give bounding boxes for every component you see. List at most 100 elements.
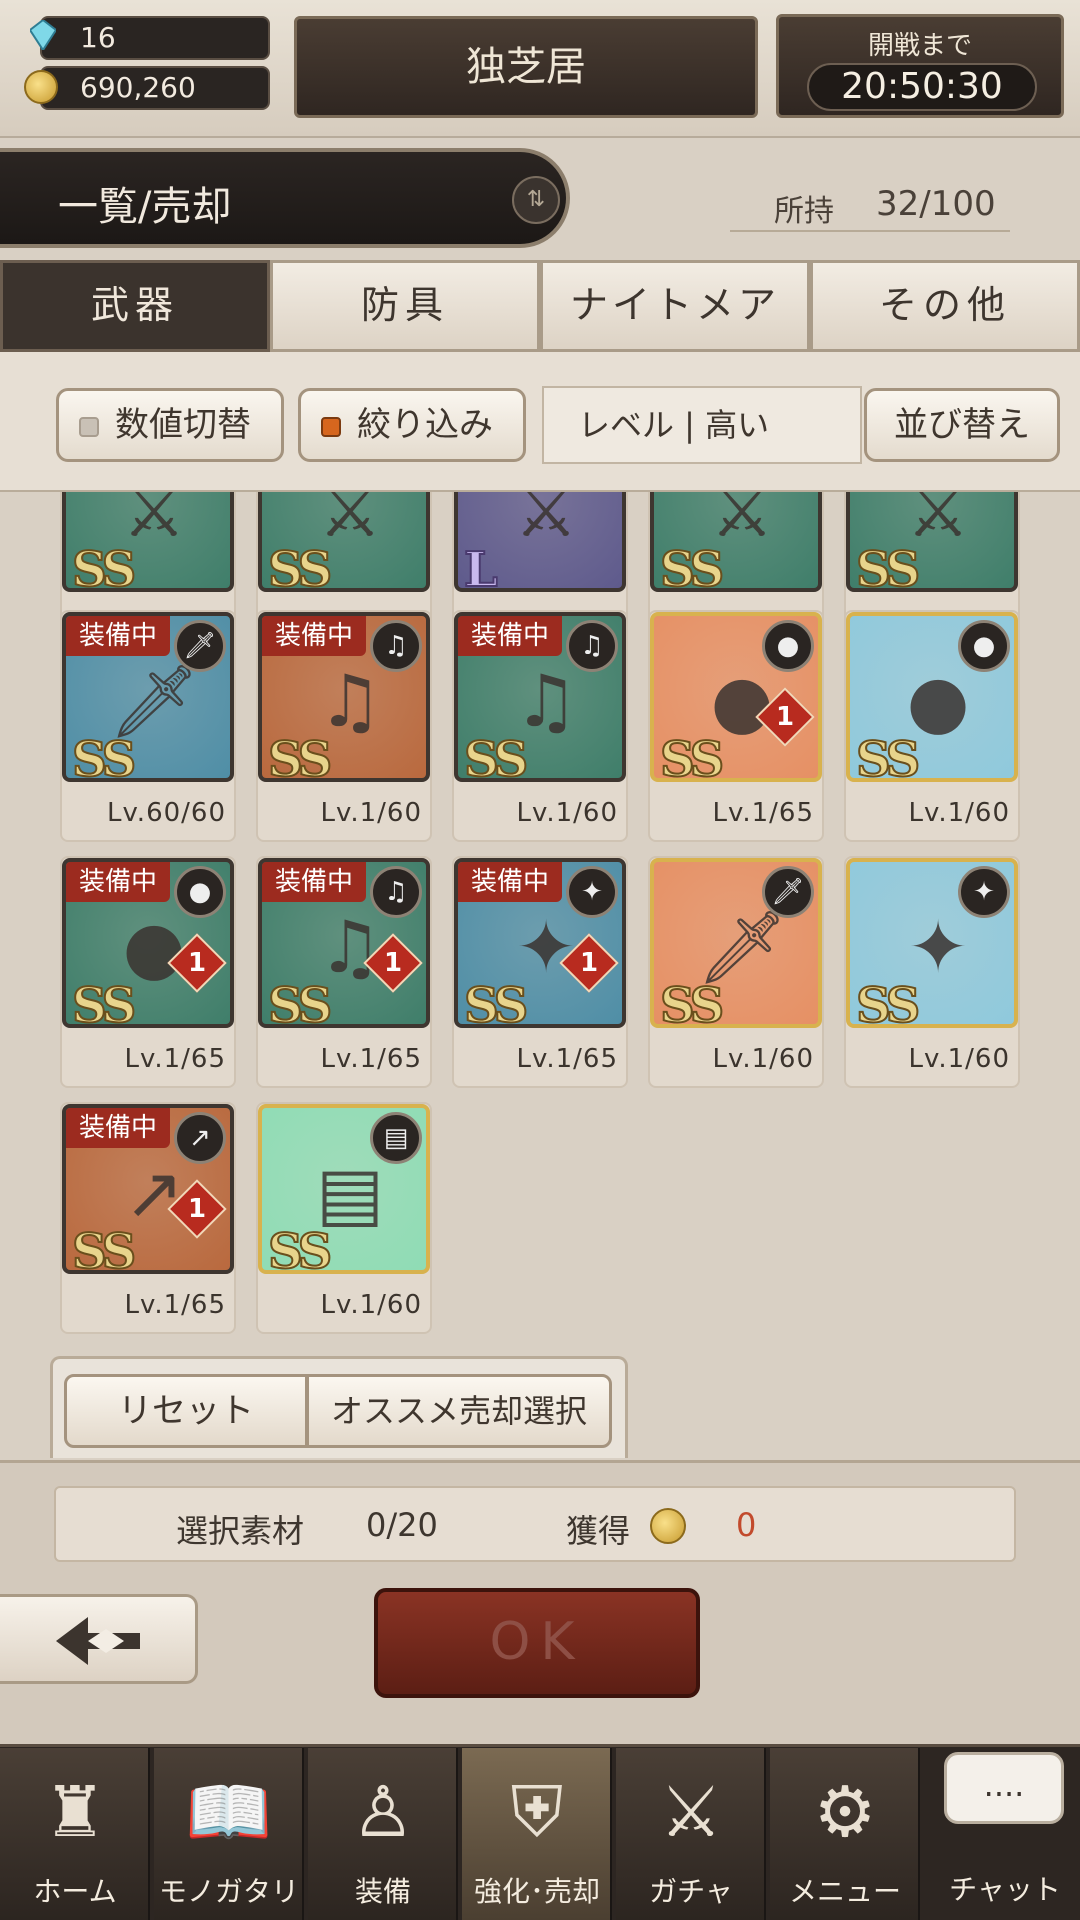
item-level: Lv.60/60	[106, 798, 226, 828]
harp-icon: ♫	[370, 620, 422, 672]
item-thumbnail: ● SS 装備中 ● 1	[62, 858, 234, 1028]
item-card[interactable]: ✦ SS ✦ Lv.1/60	[844, 856, 1020, 1088]
nav-item[interactable]: ⚙ メニュー	[770, 1748, 920, 1920]
tab-other[interactable]: その他	[810, 260, 1080, 352]
item-level: Lv.1/65	[124, 1044, 226, 1074]
equipped-badge: 装備中	[458, 862, 562, 902]
divider	[730, 230, 1010, 232]
item-card[interactable]: ↗ SS 装備中 ↗ 1 Lv.1/65	[60, 1102, 236, 1334]
chat-icon[interactable]: ....	[944, 1752, 1064, 1824]
back-button[interactable]	[0, 1594, 198, 1684]
toggle-values-button[interactable]: 数値切替	[56, 388, 284, 462]
ok-button[interactable]: OK	[374, 1588, 700, 1698]
item-card[interactable]: ● SS ● 1 Lv.1/65	[648, 610, 824, 842]
recommend-sell-button[interactable]: オススメ売却選択	[306, 1374, 612, 1448]
rank-label: SS	[267, 977, 333, 1028]
nav-label: ガチャ	[649, 1875, 733, 1908]
nav-item[interactable]: 📖 モノガタリ	[154, 1748, 304, 1920]
spear-icon: ↗	[174, 1112, 226, 1164]
reset-button[interactable]: リセット	[64, 1374, 308, 1448]
list-header[interactable]: 一覧/売却 ⇅	[0, 148, 570, 248]
item-card[interactable]: ✦ SS 装備中 ✦ 1 Lv.1/65	[452, 856, 628, 1088]
item-card[interactable]: ● SS ● Lv.1/60	[844, 610, 1020, 842]
narrow-filter-button[interactable]: 絞り込み	[298, 388, 526, 462]
selected-label: 選択素材	[176, 1512, 305, 1550]
book-icon: ▤	[370, 1112, 422, 1164]
item-level: Lv.1/65	[124, 1290, 226, 1320]
item-art-icon: ⚔	[513, 492, 579, 553]
timer-value: 20:50:30	[807, 63, 1037, 111]
sort-value: レベル | 高い	[542, 386, 862, 464]
rank-label: SS	[855, 731, 921, 782]
gem-count: 16	[40, 16, 270, 60]
book-icon: 📖	[185, 1771, 273, 1853]
coin-icon	[24, 70, 58, 104]
nav-item[interactable]: ⛨ 強化･売却	[462, 1748, 612, 1920]
checkbox-icon	[321, 416, 341, 437]
sort-toggle-icon[interactable]: ⇅	[512, 176, 560, 224]
sort-button[interactable]: 並び替え	[864, 388, 1060, 462]
rank-label: SS	[71, 731, 137, 782]
item-card[interactable]: 🗡 SS 🗡 Lv.1/60	[648, 856, 824, 1088]
page-title: 独芝居	[294, 16, 758, 118]
gain-label: 獲得	[566, 1512, 631, 1550]
item-thumbnail: ⚔ SS	[62, 492, 234, 592]
nav-label: モノガタリ	[158, 1875, 299, 1908]
tab-weapons[interactable]: 武器	[0, 260, 270, 352]
nav-item[interactable]: ⚔ ガチャ	[616, 1748, 766, 1920]
rank-label: L	[463, 541, 499, 592]
rank-label: SS	[463, 977, 529, 1028]
nav-label: ホーム	[33, 1875, 117, 1908]
limit-break-count: 1	[579, 948, 599, 978]
timer-label: 開戦まで	[867, 31, 972, 61]
owned-count: 32/100	[876, 184, 996, 224]
nav-item[interactable]: ♙ 装備	[308, 1748, 458, 1920]
staff-icon: ✦	[566, 866, 618, 918]
equipped-badge: 装備中	[66, 616, 170, 656]
item-card[interactable]: ♫ SS 装備中 ♫ Lv.1/60	[256, 610, 432, 842]
swords-icon: ⚔	[659, 1771, 723, 1853]
nav-label: メニュー	[788, 1875, 901, 1908]
item-grid[interactable]: ⚔SSLv.65/65⚔SSLv.64/65⚔LLv.61/80⚔SSLv.60…	[0, 492, 1080, 1458]
item-level: Lv.1/60	[516, 798, 618, 828]
rank-label: SS	[659, 977, 725, 1028]
item-card[interactable]: ♫ SS 装備中 ♫ 1 Lv.1/65	[256, 856, 432, 1088]
tab-nightmare[interactable]: ナイトメア	[540, 260, 810, 352]
toggle-values-label: 数値切替	[115, 405, 251, 445]
item-thumbnail: ⚔ SS	[650, 492, 822, 592]
rank-label: SS	[71, 977, 137, 1028]
coin-count: 690,260	[40, 66, 270, 110]
battle-timer: 開戦まで 20:50:30	[776, 14, 1064, 118]
item-level: Lv.1/65	[516, 1044, 618, 1074]
item-card[interactable]: ▤ SS ▤ Lv.1/60	[256, 1102, 432, 1334]
item-card[interactable]: ● SS 装備中 ● 1 Lv.1/65	[60, 856, 236, 1088]
staff-icon: ✦	[958, 866, 1010, 918]
orb-icon: ●	[762, 620, 814, 672]
rank-label: SS	[855, 541, 921, 592]
item-level: Lv.1/65	[712, 798, 814, 828]
tab-armor[interactable]: 防具	[270, 260, 540, 352]
castle-icon: ♜	[43, 1771, 107, 1853]
item-thumbnail: ♫ SS 装備中 ♫	[454, 612, 626, 782]
gear-icon: ⚙	[813, 1771, 877, 1853]
nav-item[interactable]: ♜ ホーム	[0, 1748, 150, 1920]
item-level: Lv.1/60	[320, 798, 422, 828]
selected-value: 0/20	[366, 1506, 438, 1544]
orb-icon: ●	[174, 866, 226, 918]
nav-chat-label[interactable]: チャット	[930, 1868, 1080, 1908]
list-title: 一覧/売却	[58, 184, 232, 230]
limit-break-count: 1	[187, 1194, 207, 1224]
item-thumbnail: ⚔ L	[454, 492, 626, 592]
item-thumbnail: 🗡 SS 装備中 🗡	[62, 612, 234, 782]
item-card[interactable]: 🗡 SS 装備中 🗡 Lv.60/60	[60, 610, 236, 842]
item-level: Lv.1/60	[712, 1044, 814, 1074]
puppet-icon: ♙	[351, 1771, 415, 1853]
item-card[interactable]: ♫ SS 装備中 ♫ Lv.1/60	[452, 610, 628, 842]
item-thumbnail: ● SS ●	[846, 612, 1018, 782]
item-thumbnail: ↗ SS 装備中 ↗ 1	[62, 1104, 234, 1274]
rank-label: SS	[71, 541, 137, 592]
item-thumbnail: ● SS ● 1	[650, 612, 822, 782]
nav-label: 強化･売却	[473, 1875, 600, 1908]
item-level: Lv.1/60	[908, 1044, 1010, 1074]
item-level: Lv.1/65	[320, 1044, 422, 1074]
